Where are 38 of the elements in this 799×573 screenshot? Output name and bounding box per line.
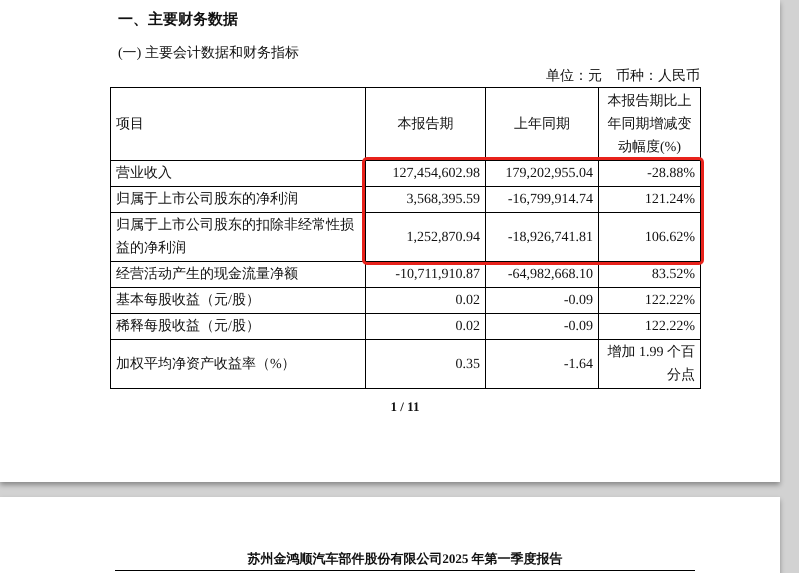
table-cell: -18,926,741.81 (486, 213, 599, 262)
table-cell: 营业收入 (111, 161, 366, 187)
table-cell: 106.62% (599, 213, 701, 262)
currency-label: 币种：人民币 (616, 67, 700, 86)
table-cell: -28.88% (599, 161, 701, 187)
table-cell: 增加 1.99 个百分点 (599, 340, 701, 389)
table-cell: -16,799,914.74 (486, 187, 599, 213)
table-cell: 经营活动产生的现金流量净额 (111, 262, 366, 288)
page-header: 苏州金鸿顺汽车部件股份有限公司2025 年第一季度报告 (115, 550, 695, 571)
table-cell: 122.22% (599, 314, 701, 340)
column-header: 本报告期 (366, 88, 486, 161)
table-cell: 83.52% (599, 262, 701, 288)
unit-label: 单位：元 (546, 68, 602, 86)
table-cell: 基本每股收益（元/股） (111, 288, 366, 314)
section-title: 一、主要财务数据 (118, 10, 239, 30)
table-cell: 1,252,870.94 (366, 213, 486, 262)
table-cell: -0.09 (486, 288, 599, 314)
table-cell: 加权平均净资产收益率（%） (111, 340, 366, 389)
table-cell: 179,202,955.04 (486, 161, 599, 187)
table-cell: -64,982,668.10 (486, 262, 599, 288)
column-header: 本报告期比上年同期增减变动幅度(%) (599, 88, 701, 161)
table-cell: 0.35 (366, 340, 486, 389)
table-cell: 127,454,602.98 (366, 161, 486, 187)
table-cell: -1.64 (486, 340, 599, 389)
table-cell: -10,711,910.87 (366, 262, 486, 288)
table-cell: -0.09 (486, 314, 599, 340)
table-cell: 121.24% (599, 187, 701, 213)
column-header: 上年同期 (486, 88, 599, 161)
table-cell: 3,568,395.59 (366, 187, 486, 213)
table-cell: 122.22% (599, 288, 701, 314)
table-cell: 0.02 (366, 314, 486, 340)
table-cell: 稀释每股收益（元/股） (111, 314, 366, 340)
table-cell: 归属于上市公司股东的扣除非经常性损益的净利润 (111, 213, 366, 262)
page-number: 1 / 11 (390, 399, 420, 415)
subsection-title: (一) 主要会计数据和财务指标 (118, 44, 300, 63)
table-cell: 归属于上市公司股东的净利润 (111, 187, 366, 213)
column-header: 项目 (111, 88, 366, 161)
table-cell: 0.02 (366, 288, 486, 314)
